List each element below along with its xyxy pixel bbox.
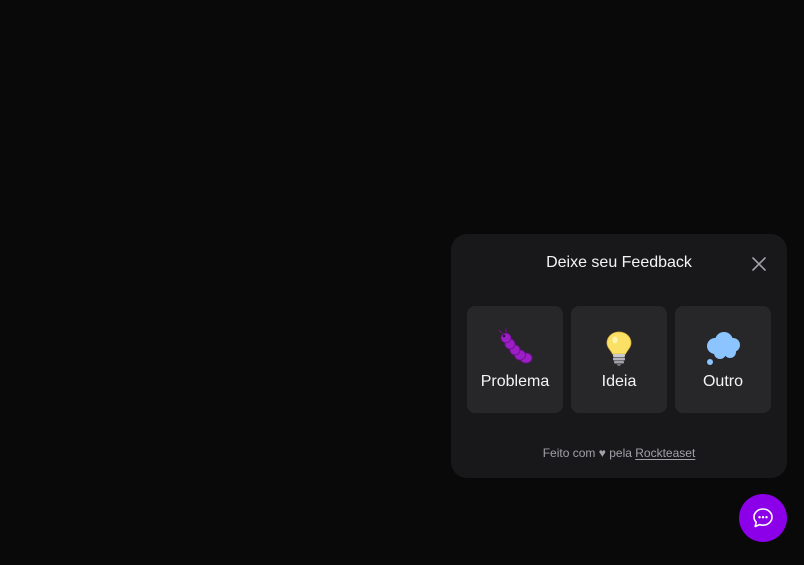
- close-button[interactable]: [747, 252, 771, 276]
- footer-prefix: Feito com: [542, 446, 596, 460]
- footer-middle: pela: [609, 446, 632, 460]
- widget-header: Deixe seu Feedback: [451, 234, 787, 290]
- option-label: Ideia: [601, 373, 637, 390]
- feedback-open-button[interactable]: [739, 494, 787, 542]
- feedback-widget: Deixe seu Feedback Problema Ideia Outro …: [451, 234, 787, 478]
- option-outro-button[interactable]: Outro: [675, 306, 771, 413]
- chat-bubble-icon: [753, 508, 773, 528]
- heart-icon: ♥: [598, 446, 606, 460]
- option-label: Problema: [480, 373, 550, 390]
- option-label: Outro: [702, 373, 743, 390]
- thought-bubble-icon: [703, 328, 743, 368]
- widget-title: Deixe seu Feedback: [546, 254, 692, 271]
- bug-icon: [495, 328, 535, 368]
- rocketseat-link[interactable]: Rockteaset: [635, 446, 695, 460]
- option-ideia-button[interactable]: Ideia: [571, 306, 667, 413]
- close-icon: [752, 257, 766, 271]
- option-problema-button[interactable]: Problema: [467, 306, 563, 413]
- lightbulb-icon: [599, 328, 639, 368]
- widget-footer: Feito com ♥ pela Rockteaset: [451, 445, 787, 461]
- feedback-type-options: Problema Ideia Outro: [467, 306, 771, 413]
